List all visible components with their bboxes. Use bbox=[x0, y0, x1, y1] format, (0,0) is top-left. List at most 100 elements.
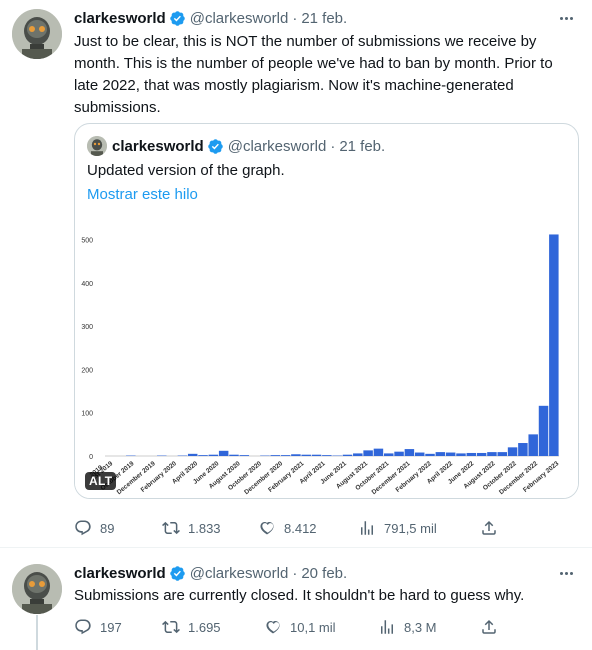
share-icon bbox=[482, 520, 496, 535]
robot-avatar-icon bbox=[12, 9, 62, 59]
chart-bar bbox=[291, 454, 301, 456]
reply-button[interactable]: 89 bbox=[74, 519, 114, 537]
alt-text-badge[interactable]: ALT bbox=[85, 472, 117, 490]
share-button[interactable] bbox=[480, 519, 498, 537]
chart-bar bbox=[218, 450, 229, 456]
verified-badge-icon bbox=[169, 10, 185, 26]
more-dot-icon bbox=[564, 16, 568, 20]
chart-bar bbox=[538, 405, 549, 456]
tweet[interactable]: clarkesworld @clarkesworld · 21 feb. Jus… bbox=[0, 0, 592, 548]
retweet-button[interactable]: 1.833 bbox=[162, 519, 221, 537]
chart-bar bbox=[425, 453, 435, 456]
chart-bar bbox=[301, 454, 311, 456]
action-bar: 197 1.695 10,1 mil 8,3 M bbox=[74, 617, 504, 637]
share-icon bbox=[482, 619, 496, 634]
avatar bbox=[87, 136, 107, 156]
y-tick-label: 200 bbox=[81, 367, 93, 374]
quoted-tweet[interactable]: clarkesworld @clarkesworld · 21 feb. Upd… bbox=[74, 123, 579, 499]
heart-icon bbox=[260, 521, 274, 535]
share-button[interactable] bbox=[480, 618, 498, 636]
tweet-date[interactable]: 21 feb. bbox=[301, 10, 347, 27]
chart-bar bbox=[435, 452, 446, 456]
reply-icon bbox=[75, 520, 91, 536]
quote-header: clarkesworld @clarkesworld · 21 feb. bbox=[87, 136, 385, 156]
retweet-icon bbox=[162, 521, 180, 535]
thread-line bbox=[36, 615, 38, 650]
like-button[interactable]: 8.412 bbox=[258, 519, 317, 537]
chart-bar bbox=[414, 452, 425, 456]
tweet-date: 21 feb. bbox=[339, 137, 386, 155]
show-thread-link[interactable]: Mostrar este hilo bbox=[87, 184, 198, 206]
chart-bar bbox=[394, 451, 404, 456]
chart-bar bbox=[487, 452, 497, 456]
author-handle: @clarkesworld bbox=[227, 137, 327, 155]
y-tick-label: 500 bbox=[81, 238, 93, 245]
chart-bar bbox=[322, 455, 332, 456]
chart-bar bbox=[342, 454, 353, 456]
tweet-text: Just to be clear, this is NOT the number… bbox=[74, 33, 553, 116]
chart-bar bbox=[497, 452, 507, 456]
views-bar-chart-icon bbox=[381, 620, 393, 634]
avatar[interactable] bbox=[12, 9, 62, 59]
more-dot-icon bbox=[559, 571, 563, 575]
like-count: 8.412 bbox=[284, 520, 317, 536]
tweet-text: Submissions are currently closed. It sho… bbox=[74, 587, 525, 604]
chart-bar bbox=[280, 455, 291, 456]
more-dot-icon bbox=[559, 16, 563, 20]
retweet-count: 1.695 bbox=[188, 619, 221, 635]
author-handle[interactable]: @clarkesworld bbox=[190, 565, 289, 582]
reply-count: 89 bbox=[100, 520, 115, 536]
chart-bar bbox=[549, 234, 559, 456]
chart-bar bbox=[270, 455, 280, 456]
heart-icon bbox=[266, 620, 280, 634]
bar-chart: 0100200300400500 ust 2019October 2019Dec… bbox=[81, 234, 561, 496]
tweet[interactable]: clarkesworld @clarkesworld · 20 feb. Sub… bbox=[0, 549, 592, 650]
author-name[interactable]: clarkesworld bbox=[74, 10, 166, 27]
avatar[interactable] bbox=[12, 564, 62, 614]
action-bar: 89 1.833 8.412 791,5 mil bbox=[74, 518, 504, 538]
y-tick-label: 0 bbox=[89, 454, 93, 461]
author-name[interactable]: clarkesworld bbox=[74, 565, 166, 582]
chart-bar bbox=[311, 454, 322, 456]
tweet-header: clarkesworld @clarkesworld · 21 feb. bbox=[74, 8, 347, 28]
chart-bar bbox=[445, 452, 456, 456]
views-button[interactable]: 8,3 M bbox=[378, 618, 437, 636]
y-tick-label: 400 bbox=[81, 281, 93, 288]
quote-text: Updated version of the graph. bbox=[87, 162, 285, 179]
separator-dot: · bbox=[330, 137, 336, 155]
chart-bar bbox=[518, 443, 528, 456]
chart-bar bbox=[208, 454, 219, 456]
more-options-button[interactable] bbox=[554, 8, 578, 28]
verified-badge-icon bbox=[169, 565, 185, 581]
chart-bar bbox=[198, 455, 208, 456]
chart-bar bbox=[229, 454, 239, 456]
reply-button[interactable]: 197 bbox=[74, 618, 122, 636]
more-dot-icon bbox=[569, 16, 573, 20]
views-bar-chart-icon bbox=[361, 521, 373, 535]
views-count: 8,3 M bbox=[404, 619, 437, 635]
author-handle[interactable]: @clarkesworld bbox=[190, 10, 289, 27]
chart-bar bbox=[353, 453, 363, 456]
tweet-date[interactable]: 20 feb. bbox=[301, 565, 347, 582]
y-tick-label: 100 bbox=[81, 411, 93, 418]
reply-icon bbox=[75, 619, 91, 635]
views-button[interactable]: 791,5 mil bbox=[358, 519, 437, 537]
chart-bar bbox=[466, 452, 477, 456]
chart-bar bbox=[187, 453, 198, 456]
chart-image[interactable]: 0100200300400500 ust 2019October 2019Dec… bbox=[75, 210, 578, 498]
retweet-button[interactable]: 1.695 bbox=[162, 618, 221, 636]
chart-bar bbox=[476, 452, 487, 456]
like-button[interactable]: 10,1 mil bbox=[264, 618, 336, 636]
more-dot-icon bbox=[569, 571, 573, 575]
chart-bar bbox=[239, 455, 250, 456]
separator-dot: · bbox=[292, 564, 298, 582]
views-count: 791,5 mil bbox=[384, 520, 437, 536]
chart-bar bbox=[384, 453, 394, 456]
chart-bar bbox=[404, 449, 415, 456]
chart-bar bbox=[528, 434, 538, 456]
verified-badge-icon bbox=[207, 138, 223, 154]
y-tick-label: 300 bbox=[81, 324, 93, 331]
more-options-button[interactable] bbox=[554, 563, 578, 583]
reply-count: 197 bbox=[100, 619, 122, 635]
author-name: clarkesworld bbox=[112, 137, 204, 155]
